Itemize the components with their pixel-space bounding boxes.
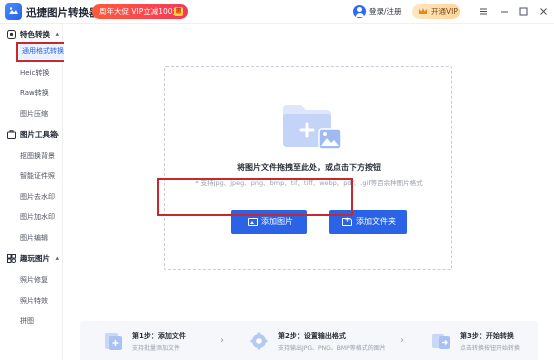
drop-hint: 将图片文件拖拽至此处，或点击下方按钮 [237, 163, 381, 172]
sidebar-item-edit[interactable]: 图片编辑 [20, 233, 48, 243]
sidebar-item-add-watermark[interactable]: 图片加水印 [20, 212, 55, 222]
menu-icon[interactable] [478, 6, 489, 17]
vip-button[interactable]: 开通VIP [412, 4, 460, 19]
steps-bar: 第1步：添加文件 支持批量添加文件 › 第2步：设置输出格式 支持输出JPG、P… [80, 321, 538, 360]
sidebar-item-compress[interactable]: 图片压缩 [20, 109, 48, 119]
toolbox-icon [7, 130, 16, 139]
vip-label: 开通VIP [431, 7, 458, 16]
highlight-box-buttons [157, 178, 353, 216]
convert-icon [432, 334, 450, 349]
promo-text: 周年大促 VIP立减100元 [99, 7, 181, 16]
add-folder-label: 添加文件夹 [356, 217, 396, 226]
image-icon [248, 218, 258, 226]
sidebar-item-raw[interactable]: Raw转换 [20, 88, 49, 98]
promo-banner[interactable]: 周年大促 VIP立减100元 惠 [92, 4, 188, 19]
sidebar-item-collage[interactable]: 拼图 [20, 316, 34, 326]
step-title: 第1步：添加文件 [132, 332, 186, 340]
sidebar-group-label: 特色转换 [20, 30, 50, 39]
sidebar-item-heic[interactable]: Heic转换 [20, 68, 49, 78]
sidebar-item-id-photo[interactable]: 智能证件照 [20, 171, 55, 181]
sidebar-item-remove-watermark[interactable]: 图片去水印 [20, 192, 55, 202]
chevron-up-icon: ▴ [55, 254, 59, 262]
sidebar-group-label: 图片工具箱 [20, 130, 58, 139]
sidebar-group-label: 趣玩图片 [20, 254, 50, 263]
user-icon[interactable] [353, 5, 366, 18]
sidebar-item-photo-effects[interactable]: 照片特效 [20, 296, 48, 306]
settings-gear-icon [250, 332, 268, 350]
step-title: 第2步：设置输出格式 [278, 332, 346, 340]
drop-zone[interactable]: 将图片文件拖拽至此处，或点击下方按钮 * 支持jpg、jpeg、png、bmp、… [164, 66, 452, 270]
promo-tag: 惠 [174, 7, 183, 16]
crown-icon [419, 8, 427, 14]
login-link[interactable]: 登录/注册 [369, 6, 402, 17]
sidebar: 特色转换 ▴ 通用格式转换 Heic转换 Raw转换 图片压缩 图片工具箱 ▴ … [0, 24, 75, 360]
fun-icon [7, 254, 16, 263]
chevron-right-icon: › [220, 335, 224, 346]
minimize-icon[interactable] [499, 6, 510, 17]
sidebar-item-photo-repair[interactable]: 照片修复 [20, 275, 48, 285]
add-file-icon [105, 333, 122, 350]
folder-image-icon [283, 105, 342, 150]
close-icon[interactable] [538, 6, 549, 17]
add-image-label: 添加图片 [261, 217, 293, 226]
step-title: 第3步：开始转换 [460, 332, 514, 340]
chevron-up-icon: ▴ [55, 30, 59, 38]
title-bar: 迅捷图片转换器 周年大促 VIP立减100元 惠 登录/注册 开通VIP [0, 0, 554, 24]
folder-add-icon [342, 215, 352, 226]
star-shield-icon [7, 30, 16, 39]
chevron-right-icon: › [400, 335, 404, 346]
step-desc: 点击转换按钮开始转换 [460, 345, 521, 352]
maximize-icon[interactable] [518, 6, 529, 17]
sidebar-group-toolbox[interactable]: 图片工具箱 ▴ [0, 127, 63, 142]
app-title: 迅捷图片转换器 [26, 7, 100, 19]
step-desc: 支持输出JPG、PNG、BMP等格式的图片 [278, 345, 386, 352]
app-logo [5, 3, 22, 20]
sidebar-group-fun[interactable]: 趣玩图片 ▴ [0, 251, 63, 266]
chevron-up-icon: ▴ [55, 130, 59, 138]
sidebar-group-featured[interactable]: 特色转换 ▴ [0, 27, 63, 42]
step-desc: 支持批量添加文件 [132, 345, 181, 352]
sidebar-item-cutout[interactable]: 抠图换背景 [20, 151, 55, 161]
